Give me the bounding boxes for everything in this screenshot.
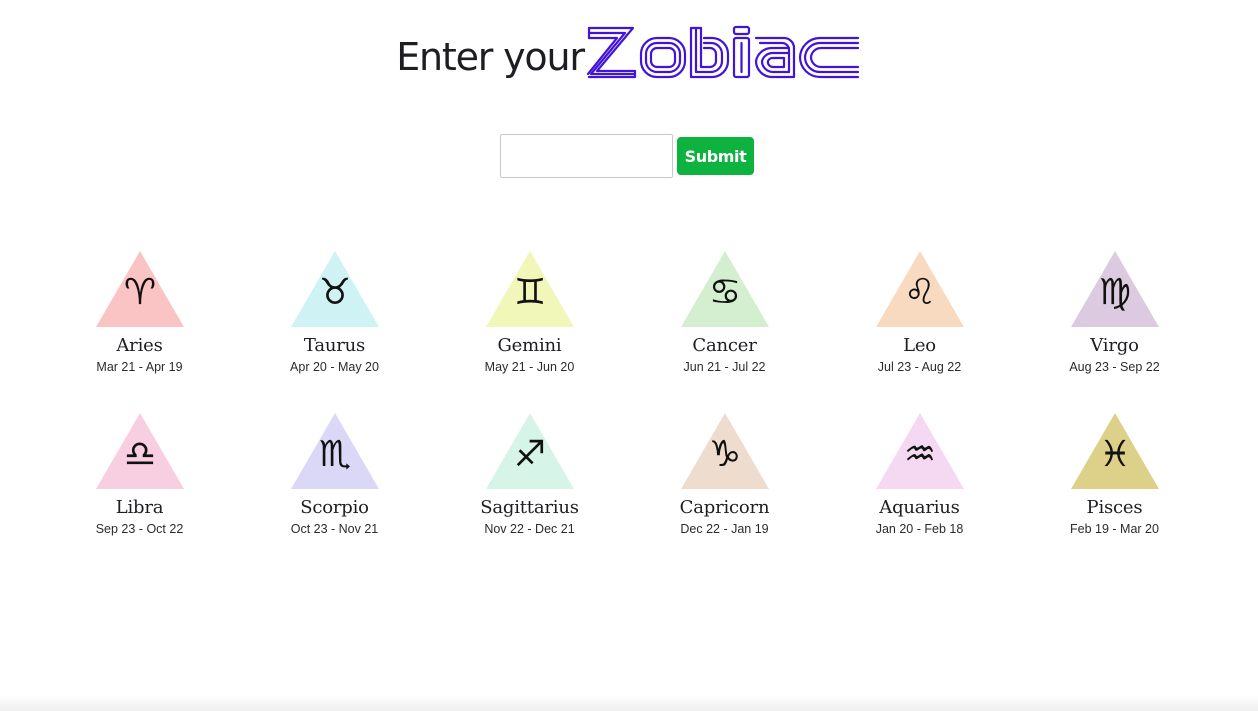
sign-dates: May 21 - Jun 20	[484, 360, 575, 374]
virgo-icon: ♍	[1070, 251, 1159, 327]
zodiac-logo	[586, 25, 859, 79]
sign-dates: Feb 19 - Mar 20	[1070, 522, 1159, 536]
sign-glyph: ♉	[318, 272, 350, 313]
libra-icon: ♎	[95, 413, 184, 489]
sign-dates: Mar 21 - Apr 19	[96, 360, 183, 374]
sign-glyph: ♋	[708, 272, 740, 313]
sign-name: Libra	[115, 497, 164, 518]
sign-card-leo[interactable]: ♌ Leo Jul 23 - Aug 22	[822, 250, 1017, 412]
logo-letter-d	[689, 26, 729, 79]
taurus-icon: ♉	[290, 251, 379, 327]
bottom-edge-shade	[0, 695, 1258, 711]
sign-glyph: ♍	[1098, 272, 1130, 313]
sign-glyph: ♑	[708, 434, 740, 475]
cancer-icon: ♋	[680, 251, 769, 327]
page-title: Enter your	[396, 35, 585, 79]
sign-card-gemini[interactable]: ♊ Gemini May 21 - Jun 20	[432, 250, 627, 412]
sign-dates: Nov 22 - Dec 21	[484, 522, 575, 536]
sign-glyph: ♎	[123, 434, 155, 475]
sign-name: Aquarius	[879, 497, 960, 518]
zodiac-form: Submit	[500, 134, 754, 178]
leo-icon: ♌	[875, 251, 964, 327]
sign-glyph: ♌	[903, 272, 935, 313]
sign-card-aquarius[interactable]: ♒ Aquarius Jan 20 - Feb 18	[822, 412, 1017, 574]
sign-card-capricorn[interactable]: ♑ Capricorn Dec 22 - Jan 19	[627, 412, 822, 574]
sign-dates: Dec 22 - Jan 19	[680, 522, 769, 536]
sign-dates: Oct 23 - Nov 21	[290, 522, 379, 536]
sign-name: Virgo	[1090, 335, 1139, 356]
sign-card-virgo[interactable]: ♍ Virgo Aug 23 - Sep 22	[1017, 250, 1212, 412]
sign-card-cancer[interactable]: ♋ Cancer Jun 21 - Jul 22	[627, 250, 822, 412]
gemini-icon: ♊	[485, 251, 574, 327]
sign-name: Capricorn	[679, 497, 770, 518]
aquarius-icon: ♒	[875, 413, 964, 489]
submit-button[interactable]: Submit	[677, 137, 754, 175]
logo-letter-z	[586, 26, 636, 79]
sign-card-aries[interactable]: ♈ Aries Mar 21 - Apr 19	[42, 250, 237, 412]
sign-name: Sagittarius	[480, 497, 579, 518]
sign-name: Cancer	[692, 335, 757, 356]
sign-dates: Jan 20 - Feb 18	[875, 522, 964, 536]
logo-letter-c	[798, 36, 859, 79]
sign-name: Aries	[116, 335, 163, 356]
sign-glyph: ♓	[1098, 434, 1130, 475]
sign-glyph: ♏	[318, 434, 350, 475]
sign-name: Pisces	[1086, 497, 1143, 518]
sign-name: Gemini	[497, 335, 562, 356]
sagittarius-icon: ♐	[485, 413, 574, 489]
scorpio-icon: ♏	[290, 413, 379, 489]
sign-name: Leo	[903, 335, 936, 356]
sign-card-libra[interactable]: ♎ Libra Sep 23 - Oct 22	[42, 412, 237, 574]
sign-card-pisces[interactable]: ♓ Pisces Feb 19 - Mar 20	[1017, 412, 1212, 574]
sign-dates: Sep 23 - Oct 22	[95, 522, 184, 536]
sign-glyph: ♐	[513, 434, 545, 475]
logo-letter-o	[639, 36, 686, 79]
sign-name: Taurus	[303, 335, 366, 356]
zodiac-grid: ♈ Aries Mar 21 - Apr 19 ♉ Taurus Apr 20 - May…	[42, 250, 1212, 574]
sign-glyph: ♈	[123, 272, 155, 313]
zodiac-input[interactable]	[500, 134, 673, 178]
pisces-icon: ♓	[1070, 413, 1159, 489]
logo-letter-a	[754, 36, 795, 79]
sign-dates: Jun 21 - Jul 22	[683, 360, 766, 374]
sign-card-sagittarius[interactable]: ♐ Sagittarius Nov 22 - Dec 21	[432, 412, 627, 574]
logo-letter-i	[732, 25, 750, 79]
sign-card-taurus[interactable]: ♉ Taurus Apr 20 - May 20	[237, 250, 432, 412]
sign-name: Scorpio	[300, 497, 369, 518]
sign-dates: Apr 20 - May 20	[290, 360, 379, 374]
sign-glyph: ♊	[513, 272, 545, 313]
sign-card-scorpio[interactable]: ♏ Scorpio Oct 23 - Nov 21	[237, 412, 432, 574]
page-header: Enter your	[0, 18, 1258, 80]
aries-icon: ♈	[95, 251, 184, 327]
sign-dates: Aug 23 - Sep 22	[1069, 360, 1160, 374]
sign-glyph: ♒	[903, 434, 935, 475]
capricorn-icon: ♑	[680, 413, 769, 489]
sign-dates: Jul 23 - Aug 22	[877, 360, 962, 374]
